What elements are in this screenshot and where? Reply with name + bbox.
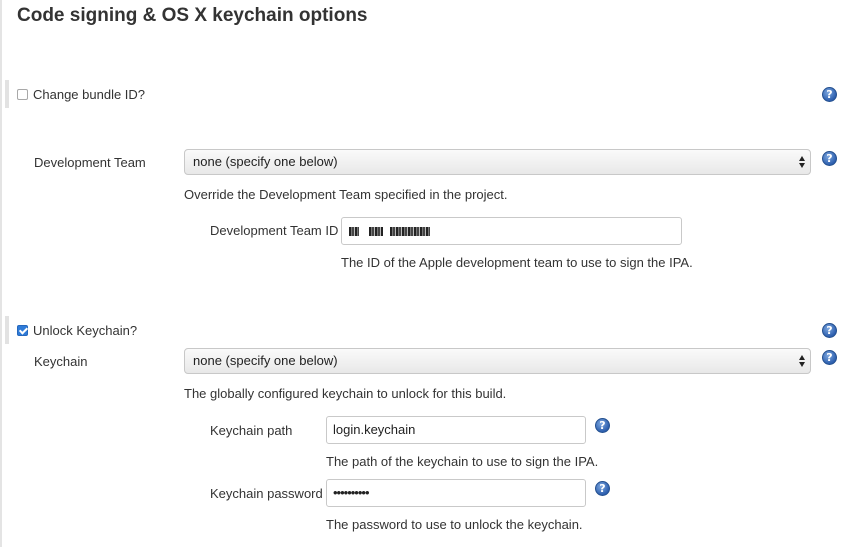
keychain-password-label: Keychain password	[210, 486, 323, 501]
development-team-id-input[interactable]	[341, 217, 682, 245]
block-indicator-bundle	[5, 80, 9, 108]
keychain-password-input[interactable]: ••••••••••	[326, 479, 586, 507]
obscured-value-icon	[368, 227, 383, 237]
change-bundle-checkbox[interactable]	[17, 89, 28, 100]
obscured-value-icon	[349, 227, 359, 237]
keychain-label: Keychain	[34, 354, 88, 369]
help-icon[interactable]: ?	[595, 481, 610, 496]
keychain-password-description: The password to use to unlock the keycha…	[326, 517, 583, 532]
select-arrows-icon	[799, 354, 805, 368]
change-bundle-label[interactable]: Change bundle ID?	[33, 87, 145, 102]
block-indicator-keychain	[5, 316, 9, 344]
select-arrows-icon	[799, 155, 805, 169]
keychain-selected: none (specify one below)	[193, 353, 338, 368]
keychain-description: The globally configured keychain to unlo…	[184, 386, 507, 401]
help-icon[interactable]: ?	[822, 323, 837, 338]
keychain-path-label: Keychain path	[210, 423, 293, 438]
obscured-value-icon	[390, 227, 431, 237]
development-team-id-description: The ID of the Apple development team to …	[341, 255, 693, 270]
development-team-description: Override the Development Team specified …	[184, 187, 508, 202]
keychain-path-input[interactable]: login.keychain	[326, 416, 586, 444]
development-team-selected: none (specify one below)	[193, 154, 338, 169]
help-icon[interactable]: ?	[822, 87, 837, 102]
keychain-select[interactable]: none (specify one below)	[184, 348, 811, 374]
unlock-keychain-label[interactable]: Unlock Keychain?	[33, 323, 137, 338]
development-team-id-label: Development Team ID	[210, 223, 339, 238]
keychain-path-description: The path of the keychain to use to sign …	[326, 454, 599, 469]
help-icon[interactable]: ?	[595, 418, 610, 433]
section-title: Code signing & OS X keychain options	[17, 5, 368, 26]
development-team-select[interactable]: none (specify one below)	[184, 149, 811, 175]
unlock-keychain-row[interactable]: Unlock Keychain?	[17, 323, 137, 338]
change-bundle-row[interactable]: Change bundle ID?	[17, 87, 145, 102]
development-team-label: Development Team	[34, 155, 146, 170]
left-border	[0, 0, 2, 547]
help-icon[interactable]: ?	[822, 350, 837, 365]
help-icon[interactable]: ?	[822, 151, 837, 166]
unlock-keychain-checkbox[interactable]	[17, 325, 28, 336]
